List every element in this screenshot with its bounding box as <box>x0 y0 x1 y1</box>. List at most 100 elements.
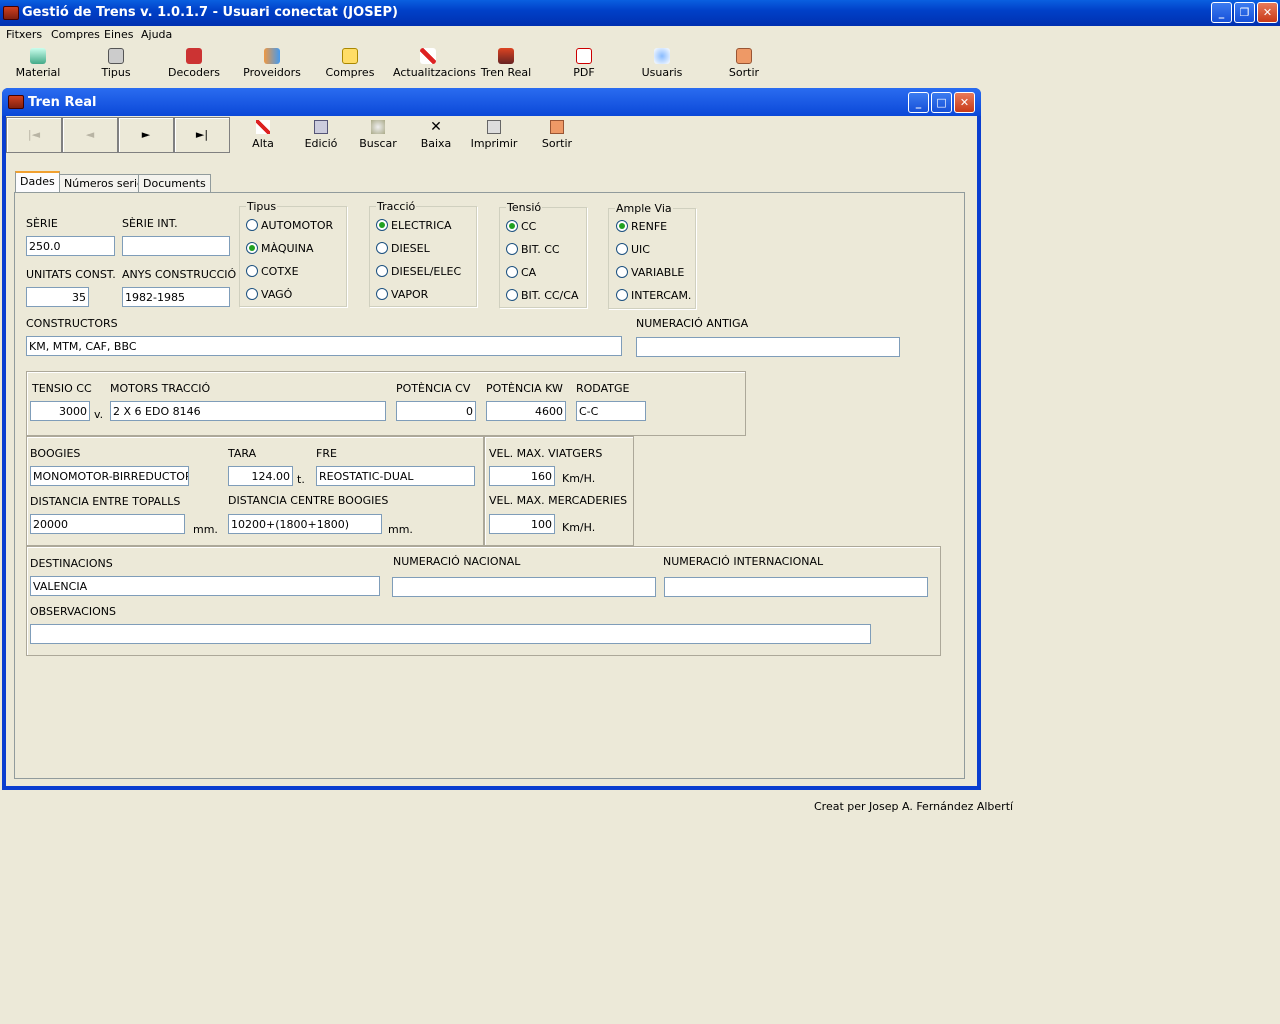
traccio-vapor-radio[interactable]: VAPOR <box>376 288 428 301</box>
motors-field[interactable]: 2 X 6 EDO 8146 <box>110 401 386 421</box>
topalls-label: DISTANCIA ENTRE TOPALLS <box>30 495 181 508</box>
toolbar-material-button[interactable]: Material <box>3 48 73 79</box>
destinacions-label: DESTINACIONS <box>30 557 113 570</box>
toolbar-pdf-button[interactable]: PDF <box>549 48 619 79</box>
vel-mercaderies-label: VEL. MAX. MERCADERIES <box>489 494 628 507</box>
child-minimize-button[interactable]: _ <box>908 92 929 113</box>
tensio-cc-radio[interactable]: CC <box>506 220 536 233</box>
observacions-field[interactable] <box>30 624 871 644</box>
toolbar-proveidors-button[interactable]: Proveidors <box>237 48 307 79</box>
serie-int-field[interactable] <box>122 236 230 256</box>
toolbar-actualitzacions-button[interactable]: Actualitzacions <box>393 48 476 79</box>
tab-documents[interactable]: Documents <box>138 174 211 192</box>
ample-uic-radio[interactable]: UIC <box>616 243 650 256</box>
child-maximize-button[interactable]: □ <box>931 92 952 113</box>
tara-label: TARA <box>228 447 257 460</box>
toolbar-tipus-button[interactable]: Tipus <box>81 48 151 79</box>
pencil-icon <box>256 120 270 134</box>
destinacions-field[interactable]: VALENCIA <box>30 576 380 596</box>
ample-intercam-radio[interactable]: INTERCAM. <box>616 289 691 302</box>
people-icon <box>264 48 280 64</box>
traccio-diesel-radio[interactable]: DIESEL <box>376 242 430 255</box>
potencia-cv-label: POTÈNCIA CV <box>396 382 471 395</box>
potencia-kw-label: POTÈNCIA KW <box>486 382 563 395</box>
serie-field[interactable]: 250.0 <box>26 236 115 256</box>
pencil-icon <box>420 48 436 64</box>
tipus-automotor-radio[interactable]: AUTOMOTOR <box>246 219 333 232</box>
tensio-bit-cc-radio[interactable]: BIT. CC <box>506 243 560 256</box>
restore-button[interactable]: ❐ <box>1234 2 1255 23</box>
boogies-label: BOOGIES <box>30 447 81 460</box>
search-icon <box>371 120 385 134</box>
menu-ajuda[interactable]: Ajuda <box>141 28 172 41</box>
main-toolbar: Material Tipus Decoders Proveidors Compr… <box>0 44 1280 84</box>
tren-real-icon <box>8 95 24 109</box>
tensio-cc-field[interactable]: 3000 <box>30 401 90 421</box>
last-record-button[interactable]: ►| <box>174 117 230 153</box>
edicio-button[interactable]: Edició <box>292 120 350 150</box>
toolbar-tren-real-button[interactable]: Tren Real <box>471 48 541 79</box>
buscar-button[interactable]: Buscar <box>349 120 407 150</box>
anys-field[interactable]: 1982-1985 <box>122 287 230 307</box>
toolbar-decoders-button[interactable]: Decoders <box>159 48 229 79</box>
documents-icon <box>342 48 358 64</box>
toolbar-sortir-button[interactable]: Sortir <box>709 48 779 79</box>
tab-numeros-serie[interactable]: Números serie <box>59 174 149 192</box>
fre-field[interactable]: REOSTATIC-DUAL <box>316 466 475 486</box>
numeracio-internacional-field[interactable] <box>664 577 928 597</box>
numeracio-nacional-field[interactable] <box>392 577 656 597</box>
tipus-vago-radio[interactable]: VAGÓ <box>246 288 292 301</box>
tara-unit: t. <box>297 473 305 486</box>
menu-fitxers[interactable]: Fitxers <box>6 28 42 41</box>
tara-field[interactable]: 124.00 <box>228 466 293 486</box>
tensio-unit: v. <box>94 408 104 421</box>
potencia-cv-field[interactable]: 0 <box>396 401 476 421</box>
alta-button[interactable]: Alta <box>234 120 292 150</box>
prev-record-button[interactable]: ◄ <box>62 117 118 153</box>
tipus-maquina-radio[interactable]: MÀQUINA <box>246 242 314 255</box>
topalls-field[interactable]: 20000 <box>30 514 185 534</box>
sortir-button[interactable]: Sortir <box>528 120 586 150</box>
unitats-field[interactable]: 35 <box>26 287 89 307</box>
numeracio-internacional-label: NUMERACIÓ INTERNACIONAL <box>663 555 824 568</box>
centre-boogies-field[interactable]: 10200+(1800+1800) <box>228 514 382 534</box>
vel-mercaderies-field[interactable]: 100 <box>489 514 555 534</box>
rodatge-field[interactable]: C-C <box>576 401 646 421</box>
constructors-field[interactable]: KM, MTM, CAF, BBC <box>26 336 622 356</box>
close-button[interactable]: ✕ <box>1257 2 1278 23</box>
vel-viatgers-label: VEL. MAX. VIATGERS <box>489 447 603 460</box>
menu-eines[interactable]: Eines <box>104 28 133 41</box>
first-record-button[interactable]: |◄ <box>6 117 62 153</box>
topalls-unit: mm. <box>193 523 218 536</box>
next-record-button[interactable]: ► <box>118 117 174 153</box>
fre-label: FRE <box>316 447 337 460</box>
tab-dades[interactable]: Dades <box>15 171 60 193</box>
traccio-electrica-radio[interactable]: ELECTRICA <box>376 219 452 232</box>
vel-viatgers-field[interactable]: 160 <box>489 466 555 486</box>
imprimir-button[interactable]: Imprimir <box>465 120 523 150</box>
vel-viatgers-unit: Km/H. <box>562 472 596 485</box>
delete-icon: ✕ <box>430 119 442 135</box>
numeracio-antiga-field[interactable] <box>636 337 900 357</box>
traccio-diesel-elec-radio[interactable]: DIESEL/ELEC <box>376 265 461 278</box>
toolbar-compres-button[interactable]: Compres <box>315 48 385 79</box>
train-icon <box>108 48 124 64</box>
baixa-button[interactable]: ✕ Baixa <box>407 120 465 150</box>
unitats-label: UNITATS CONST. <box>26 268 116 281</box>
ample-renfe-radio[interactable]: RENFE <box>616 220 667 233</box>
exit-icon <box>550 120 564 134</box>
menu-compres[interactable]: Compres <box>51 28 100 41</box>
boogies-field[interactable]: MONOMOTOR-BIRREDUCTOR <box>30 466 189 486</box>
ample-variable-radio[interactable]: VARIABLE <box>616 266 684 279</box>
child-close-button[interactable]: ✕ <box>954 92 975 113</box>
motors-label: MOTORS TRACCIÓ <box>110 382 211 395</box>
tensio-bit-cc-ca-radio[interactable]: BIT. CC/CA <box>506 289 578 302</box>
minimize-button[interactable]: _ <box>1211 2 1232 23</box>
centre-boogies-label: DISTANCIA CENTRE BOOGIES <box>228 494 389 507</box>
tensio-ca-radio[interactable]: CA <box>506 266 536 279</box>
toolbar-usuaris-button[interactable]: Usuaris <box>627 48 697 79</box>
tipus-cotxe-radio[interactable]: COTXE <box>246 265 299 278</box>
child-title-bar: Tren Real _ □ ✕ <box>2 88 981 116</box>
potencia-kw-field[interactable]: 4600 <box>486 401 566 421</box>
printer-icon <box>487 120 501 134</box>
